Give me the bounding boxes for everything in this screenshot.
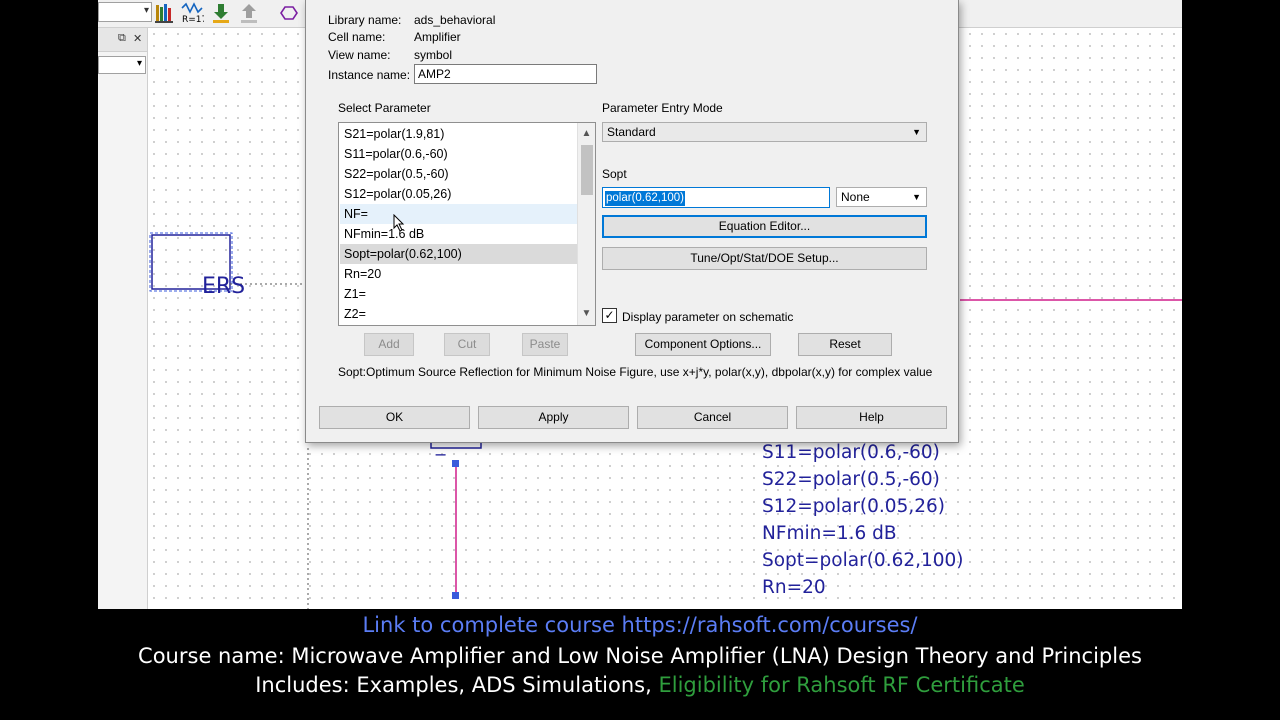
schematic-param-s12: S12=polar(0.05,26): [762, 496, 945, 517]
cell-name-value: Amplifier: [414, 30, 461, 44]
list-item[interactable]: NFmin=1.6 dB: [340, 224, 577, 244]
add-button[interactable]: Add: [364, 333, 414, 356]
apply-button[interactable]: Apply: [478, 406, 629, 429]
list-item[interactable]: Z2=: [340, 304, 577, 324]
minus-sign: −: [434, 445, 447, 464]
help-button[interactable]: Help: [796, 406, 947, 429]
unit-value: None: [841, 190, 870, 204]
equation-editor-button[interactable]: Equation Editor...: [602, 215, 927, 238]
chevron-down-icon: ▾: [136, 58, 142, 69]
list-item[interactable]: S21=polar(1.9,81): [340, 124, 577, 144]
instance-name-input[interactable]: AMP2: [414, 64, 597, 84]
course-link-caption: Link to complete course https://rahsoft.…: [362, 613, 918, 637]
chevron-down-icon: ▼: [912, 127, 921, 137]
parameter-value-input[interactable]: polar(0.62,100): [602, 187, 830, 208]
entry-mode-label: Parameter Entry Mode: [602, 101, 723, 115]
upload-icon[interactable]: [238, 2, 260, 24]
download-icon[interactable]: [210, 2, 232, 24]
list-item[interactable]: S12=polar(0.05,26): [340, 184, 577, 204]
course-name-caption: Course name: Microwave Amplifier and Low…: [138, 644, 1142, 668]
cancel-button[interactable]: Cancel: [637, 406, 788, 429]
schematic-param-rn: Rn=20: [762, 577, 826, 598]
view-name-label: View name:: [328, 48, 391, 62]
side-panel-header: ⧉ ✕: [98, 28, 147, 52]
chevron-down-icon: ▾: [143, 5, 149, 16]
certificate-highlight: Eligibility for Rahsoft RF Certificate: [658, 673, 1025, 697]
restore-icon[interactable]: ⧉: [118, 32, 126, 45]
entry-mode-select[interactable]: Standard ▼: [602, 122, 927, 142]
port-icon[interactable]: [278, 2, 300, 24]
scroll-down-icon[interactable]: ▼: [578, 305, 595, 323]
includes-prefix: Includes: Examples, ADS Simulations,: [255, 673, 652, 697]
entry-mode-value: Standard: [607, 125, 656, 139]
display-parameter-label: Display parameter on schematic: [622, 310, 794, 324]
includes-caption: Includes: Examples, ADS Simulations, Eli…: [0, 673, 1280, 697]
tune-opt-button[interactable]: Tune/Opt/Stat/DOE Setup...: [602, 247, 927, 270]
resistor-icon-text: R=17: [182, 15, 204, 24]
parameter-value-text: polar(0.62,100): [605, 191, 685, 206]
list-item[interactable]: Rn=20: [340, 264, 577, 284]
list-item-selected[interactable]: Sopt=polar(0.62,100): [340, 244, 577, 264]
view-name-value: symbol: [414, 48, 453, 62]
wire-node: [452, 460, 459, 467]
select-parameter-label: Select Parameter: [338, 101, 431, 115]
mouse-cursor-icon: [393, 214, 405, 232]
library-name-label: Library name:: [328, 13, 402, 27]
parameter-name-label: Sopt: [602, 167, 627, 181]
scroll-up-icon[interactable]: ▲: [578, 125, 595, 143]
wire-node: [452, 592, 459, 599]
schematic-param-s22: S22=polar(0.5,-60): [762, 469, 940, 490]
partial-component-label: ERS: [202, 274, 246, 299]
component-options-button[interactable]: Component Options...: [635, 333, 771, 356]
toolbar-combo[interactable]: ▾: [98, 2, 152, 22]
display-parameter-checkbox[interactable]: ✓: [602, 308, 617, 323]
paste-button[interactable]: Paste: [522, 333, 568, 356]
parameter-list-scrollbar[interactable]: ▲ ▼: [577, 123, 595, 325]
cell-name-label: Cell name:: [328, 30, 386, 44]
schematic-param-s11: S11=polar(0.6,-60): [762, 442, 940, 463]
instance-name-label: Instance name:: [328, 68, 411, 82]
parameter-description: Sopt:Optimum Source Reflection for Minim…: [338, 365, 933, 379]
library-name-value: ads_behavioral: [414, 13, 496, 27]
resistor-icon[interactable]: R=17: [180, 2, 207, 25]
side-panel-combo[interactable]: ▾: [98, 56, 146, 74]
cut-button[interactable]: Cut: [444, 333, 490, 356]
unit-select[interactable]: None ▼: [836, 187, 927, 207]
library-icon[interactable]: [154, 2, 176, 24]
side-panel: ⧉ ✕ ▾: [98, 28, 148, 609]
ok-button[interactable]: OK: [319, 406, 470, 429]
parameter-list[interactable]: S21=polar(1.9,81) S11=polar(0.6,-60) S22…: [338, 122, 596, 326]
list-item[interactable]: Z1=: [340, 284, 577, 304]
chevron-down-icon: ▼: [912, 192, 921, 202]
schematic-param-sopt: Sopt=polar(0.62,100): [762, 550, 964, 571]
scrollbar-thumb[interactable]: [581, 145, 593, 195]
reset-button[interactable]: Reset: [798, 333, 892, 356]
list-item[interactable]: S11=polar(0.6,-60): [340, 144, 577, 164]
list-item[interactable]: NF=: [340, 204, 577, 224]
list-item[interactable]: S22=polar(0.5,-60): [340, 164, 577, 184]
close-icon[interactable]: ✕: [133, 32, 142, 45]
schematic-param-nfmin: NFmin=1.6 dB: [762, 523, 897, 544]
